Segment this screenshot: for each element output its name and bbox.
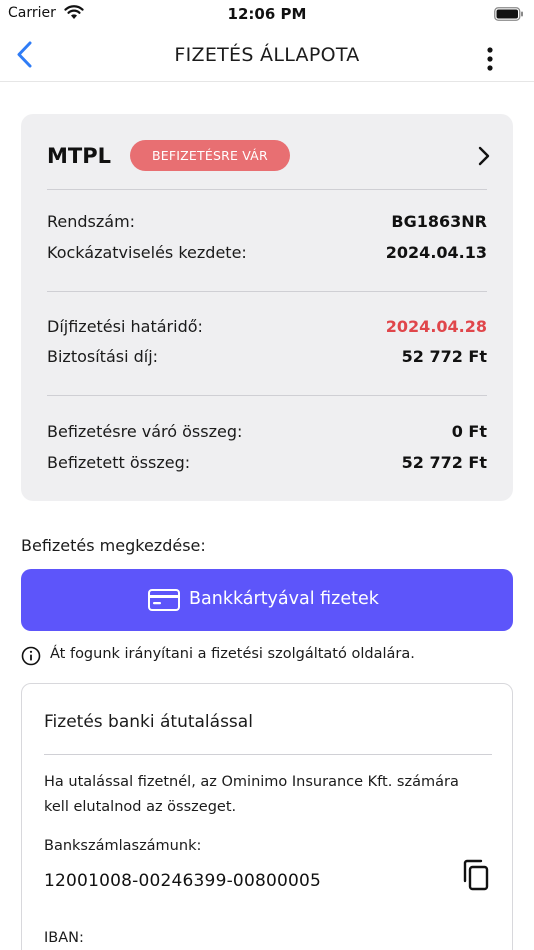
row-amount-paid: Befizetett összeg: 52 772 Ft [47, 453, 487, 479]
redirect-info: Át fogunk irányítani a fizetési szolgált… [21, 645, 521, 669]
divider [47, 395, 487, 396]
bank-transfer-description: Ha utalással fizetnél, az Ominimo Insura… [44, 774, 459, 815]
redirect-info-text: Át fogunk irányítani a fizetési szolgált… [50, 646, 415, 662]
row-label: Díjfizetési határidő: [47, 317, 203, 336]
row-label: Biztosítási díj: [47, 347, 159, 366]
more-options-button[interactable] [486, 46, 494, 72]
row-payment-deadline: Díjfizetési határidő: 2024.04.28 [47, 317, 487, 343]
row-license-plate: Rendszám: BG1863NR [47, 212, 487, 238]
row-value: 2024.04.13 [385, 243, 487, 262]
chevron-right-icon[interactable] [477, 146, 491, 170]
row-value: 2024.04.28 [385, 317, 487, 336]
page-title: FIZETÉS ÁLLAPOTA [174, 44, 360, 66]
info-icon [21, 646, 41, 670]
bank-account-number: 12001008-00246399-00800005 [44, 871, 322, 891]
start-payment-label: Befizetés megkezdése: [21, 536, 206, 555]
more-vertical-icon [487, 47, 493, 71]
policy-summary-card[interactable]: MTPL BEFIZETÉSRE VÁR Rendszám: BG1863NR … [21, 114, 513, 501]
status-bar: Carrier 12:06 PM [0, 0, 534, 28]
row-value: 52 772 Ft [401, 453, 487, 472]
divider [44, 754, 492, 755]
bank-transfer-card: Fizetés banki átutalással Ha utalással f… [21, 683, 513, 950]
row-label: Rendszám: [47, 212, 136, 231]
row-amount-due: Befizetésre váró összeg: 0 Ft [47, 422, 487, 448]
divider [47, 189, 487, 190]
pay-by-card-label: Bankkártyával fizetek [189, 589, 379, 609]
credit-card-icon [148, 589, 180, 615]
row-value: 52 772 Ft [401, 347, 487, 366]
clock: 12:06 PM [227, 5, 307, 23]
row-label: Befizetett összeg: [47, 453, 191, 472]
divider [47, 291, 487, 292]
row-value: 0 Ft [451, 422, 487, 441]
copy-account-number-button[interactable] [461, 859, 491, 891]
row-label: Kockázatviselés kezdete: [47, 243, 247, 262]
product-name: MTPL [47, 144, 111, 168]
copy-icon [463, 859, 489, 891]
pay-by-card-button[interactable]: Bankkártyával fizetek [21, 569, 513, 631]
iban-label: IBAN: [44, 930, 84, 946]
battery-icon [494, 6, 524, 25]
status-badge: BEFIZETÉSRE VÁR [130, 140, 290, 171]
row-insurance-fee: Biztosítási díj: 52 772 Ft [47, 347, 487, 373]
row-value: BG1863NR [391, 212, 487, 231]
bank-account-label: Bankszámlaszámunk: [44, 838, 202, 854]
bank-transfer-title: Fizetés banki átutalással [44, 712, 253, 732]
row-label: Befizetésre váró összeg: [47, 422, 243, 441]
row-coverage-start: Kockázatviselés kezdete: 2024.04.13 [47, 243, 487, 269]
nav-bar: FIZETÉS ÁLLAPOTA [0, 28, 534, 82]
